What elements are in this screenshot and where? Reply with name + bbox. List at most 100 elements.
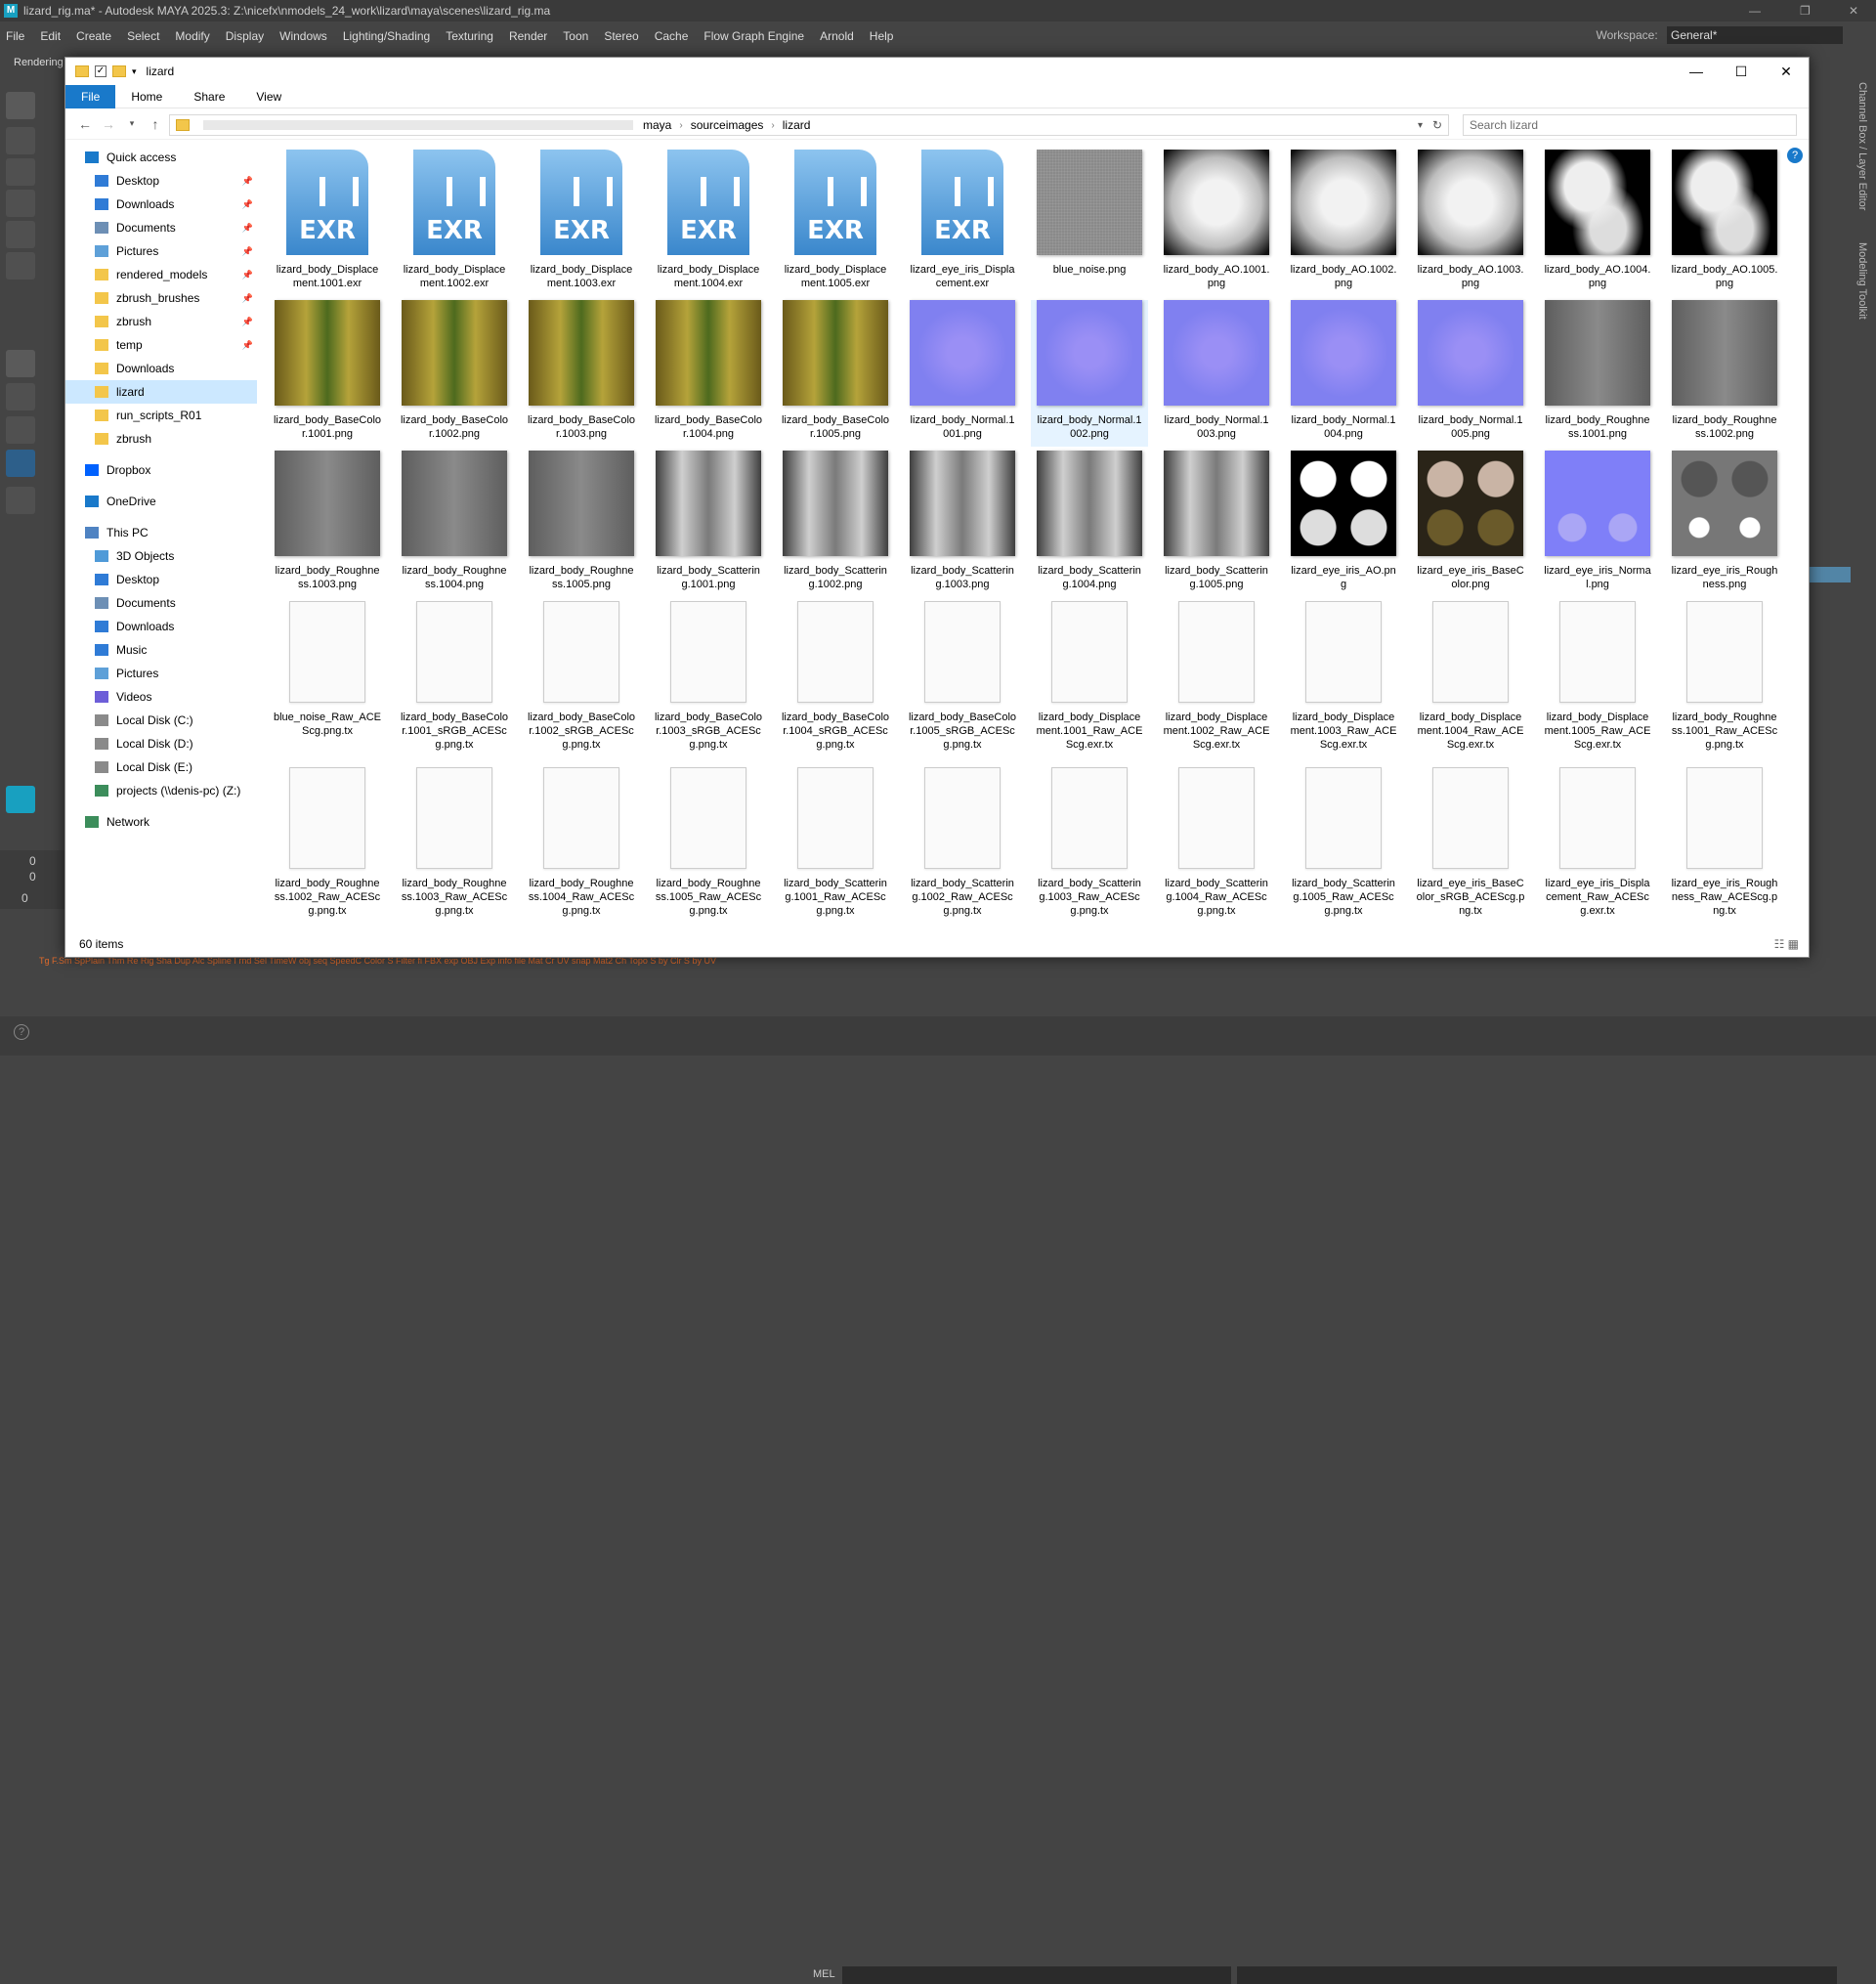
- file-item[interactable]: lizard_eye_iris_Roughness.png: [1666, 451, 1783, 597]
- nav-item[interactable]: Local Disk (D:): [65, 732, 257, 755]
- view-toggle-icons[interactable]: ☷ ▦: [1774, 937, 1799, 951]
- mel-label[interactable]: MEL: [813, 1968, 835, 1980]
- back-arrow-icon[interactable]: ←: [73, 116, 97, 132]
- maya-close-icon[interactable]: ✕: [1849, 0, 1858, 22]
- nav-item[interactable]: Music: [65, 638, 257, 662]
- nav-item[interactable]: projects (\\denis-pc) (Z:): [65, 779, 257, 802]
- file-item[interactable]: lizard_body_Roughness.1001.png: [1539, 300, 1656, 447]
- layout-four-icon[interactable]: [6, 383, 35, 410]
- file-item[interactable]: lizard_body_Scattering.1003_Raw_ACEScg.p…: [1031, 767, 1148, 931]
- rotate-tool-icon[interactable]: [6, 221, 35, 248]
- file-item[interactable]: lizard_body_BaseColor.1004_sRGB_ACEScg.p…: [777, 601, 894, 765]
- menu-edit[interactable]: Edit: [40, 29, 61, 43]
- file-item[interactable]: EXR lizard_body_Displacement.1003.exr: [523, 150, 640, 296]
- file-item[interactable]: EXR lizard_eye_iris_Displacement.exr: [904, 150, 1021, 296]
- file-item[interactable]: lizard_body_Scattering.1001_Raw_ACEScg.p…: [777, 767, 894, 931]
- frame-field-a[interactable]: 0: [29, 854, 36, 868]
- nav-item[interactable]: Videos: [65, 685, 257, 709]
- nav-item[interactable]: Desktop 📌: [65, 169, 257, 193]
- shelf-tab-rendering[interactable]: Rendering: [14, 57, 64, 68]
- tab-view[interactable]: View: [240, 85, 297, 108]
- search-tool-icon[interactable]: [6, 487, 35, 514]
- new-folder-quick-icon[interactable]: [112, 65, 126, 77]
- move-tool-icon[interactable]: [6, 190, 35, 217]
- file-item[interactable]: lizard_body_Roughness.1005.png: [523, 451, 640, 597]
- nav-item[interactable]: Quick access: [65, 146, 257, 169]
- nav-item[interactable]: Pictures: [65, 662, 257, 685]
- menu-arnold[interactable]: Arnold: [820, 29, 854, 43]
- maximize-button[interactable]: ☐: [1719, 58, 1764, 85]
- file-item[interactable]: lizard_body_AO.1002.png: [1285, 150, 1402, 296]
- maya-restore-icon[interactable]: ❐: [1800, 0, 1811, 22]
- properties-quick-icon[interactable]: ✓: [95, 65, 107, 77]
- file-item[interactable]: lizard_eye_iris_BaseColor.png: [1412, 451, 1529, 597]
- chevron-down-icon[interactable]: ▾: [132, 66, 137, 77]
- nav-item[interactable]: run_scripts_R01: [65, 404, 257, 427]
- file-item[interactable]: lizard_body_Roughness.1002.png: [1666, 300, 1783, 447]
- file-item[interactable]: EXR lizard_body_Displacement.1005.exr: [777, 150, 894, 296]
- file-item[interactable]: lizard_body_Roughness.1004.png: [396, 451, 513, 597]
- nav-item[interactable]: lizard: [65, 380, 257, 404]
- file-item[interactable]: lizard_body_Normal.1004.png: [1285, 300, 1402, 447]
- layout-single-icon[interactable]: [6, 350, 35, 377]
- menu-display[interactable]: Display: [226, 29, 264, 43]
- file-item[interactable]: EXR lizard_body_Displacement.1004.exr: [650, 150, 767, 296]
- file-item[interactable]: lizard_body_Normal.1003.png: [1158, 300, 1275, 447]
- file-item[interactable]: lizard_body_Roughness.1003_Raw_ACEScg.pn…: [396, 767, 513, 931]
- file-item[interactable]: lizard_body_Displacement.1005_Raw_ACEScg…: [1539, 601, 1656, 765]
- file-item[interactable]: lizard_eye_iris_Normal.png: [1539, 451, 1656, 597]
- close-button[interactable]: ✕: [1764, 58, 1809, 85]
- nav-item[interactable]: Documents 📌: [65, 216, 257, 239]
- menu-cache[interactable]: Cache: [655, 29, 689, 43]
- nav-item[interactable]: Local Disk (C:): [65, 709, 257, 732]
- menu-render[interactable]: Render: [509, 29, 547, 43]
- nav-item[interactable]: zbrush 📌: [65, 310, 257, 333]
- file-item[interactable]: lizard_body_Scattering.1004.png: [1031, 451, 1148, 597]
- file-item[interactable]: EXR lizard_body_Displacement.1001.exr: [269, 150, 386, 296]
- tab-home[interactable]: Home: [115, 85, 178, 108]
- nav-item[interactable]: 3D Objects: [65, 544, 257, 568]
- file-item[interactable]: lizard_body_BaseColor.1003.png: [523, 300, 640, 447]
- file-item[interactable]: lizard_body_Displacement.1001_Raw_ACEScg…: [1031, 601, 1148, 765]
- nav-item[interactable]: Downloads: [65, 357, 257, 380]
- nav-item[interactable]: Documents: [65, 591, 257, 615]
- menu-windows[interactable]: Windows: [279, 29, 327, 43]
- refresh-icon[interactable]: ↻: [1432, 118, 1442, 132]
- nav-item[interactable]: Pictures 📌: [65, 239, 257, 263]
- file-item[interactable]: lizard_body_BaseColor.1002_sRGB_ACEScg.p…: [523, 601, 640, 765]
- frame-field-c[interactable]: 0: [21, 891, 28, 905]
- nav-item[interactable]: Downloads: [65, 615, 257, 638]
- file-item[interactable]: lizard_body_Normal.1002.png: [1031, 300, 1148, 447]
- file-item[interactable]: lizard_body_Scattering.1005_Raw_ACEScg.p…: [1285, 767, 1402, 931]
- file-item[interactable]: lizard_body_AO.1005.png: [1666, 150, 1783, 296]
- menu-flow-graph-engine[interactable]: Flow Graph Engine: [704, 29, 804, 43]
- file-item[interactable]: lizard_body_AO.1001.png: [1158, 150, 1275, 296]
- file-item[interactable]: lizard_body_BaseColor.1005.png: [777, 300, 894, 447]
- menu-help[interactable]: Help: [870, 29, 894, 43]
- search-input[interactable]: Search lizard: [1463, 114, 1797, 136]
- file-item[interactable]: lizard_body_BaseColor.1005_sRGB_ACEScg.p…: [904, 601, 1021, 765]
- modeling-toolkit-tab[interactable]: Modeling Toolkit: [1856, 242, 1868, 320]
- file-item[interactable]: lizard_body_Scattering.1002.png: [777, 451, 894, 597]
- custom-shelf-strip[interactable]: Tg F.Sm SpPlain Thm Re Rig Sha Dup Alc S…: [39, 956, 1016, 971]
- menu-file[interactable]: File: [6, 29, 24, 43]
- address-bar[interactable]: maya › sourceimages › lizard ▾ ↻: [169, 114, 1449, 136]
- menu-select[interactable]: Select: [127, 29, 159, 43]
- file-item[interactable]: lizard_body_Displacement.1003_Raw_ACEScg…: [1285, 601, 1402, 765]
- scale-tool-icon[interactable]: [6, 252, 35, 280]
- file-item[interactable]: lizard_eye_iris_Displacement_Raw_ACEScg.…: [1539, 767, 1656, 931]
- paint-tool-icon[interactable]: [6, 158, 35, 186]
- file-item[interactable]: lizard_body_Roughness.1003.png: [269, 451, 386, 597]
- up-arrow-icon[interactable]: ↑: [144, 116, 167, 132]
- forward-arrow-icon[interactable]: →: [97, 116, 120, 132]
- nav-item[interactable]: zbrush: [65, 427, 257, 451]
- file-item[interactable]: lizard_body_BaseColor.1003_sRGB_ACEScg.p…: [650, 601, 767, 765]
- menu-toon[interactable]: Toon: [563, 29, 588, 43]
- breadcrumb-maya[interactable]: maya: [643, 118, 671, 132]
- minimize-button[interactable]: —: [1674, 58, 1719, 85]
- nav-item[interactable]: Downloads 📌: [65, 193, 257, 216]
- file-item[interactable]: lizard_body_AO.1004.png: [1539, 150, 1656, 296]
- frame-field-b[interactable]: 0: [29, 870, 36, 884]
- file-item[interactable]: lizard_body_BaseColor.1002.png: [396, 300, 513, 447]
- help-icon[interactable]: ?: [14, 1024, 29, 1040]
